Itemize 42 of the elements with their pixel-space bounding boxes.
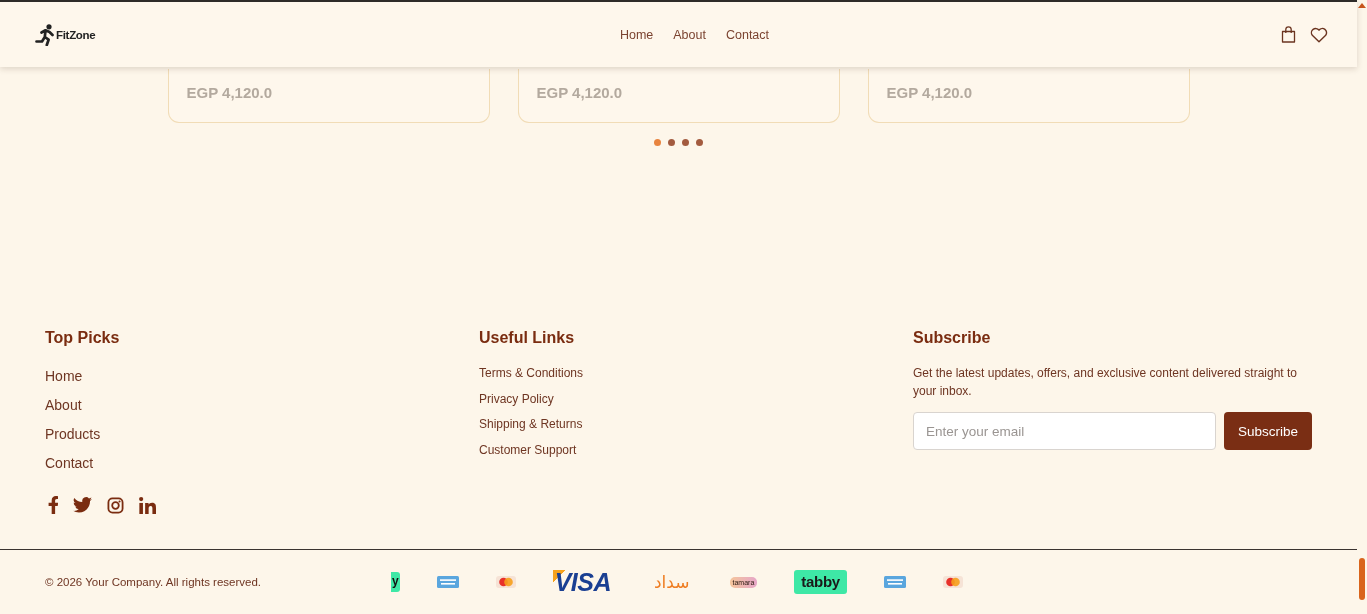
subscribe-description: Get the latest updates, offers, and exclusive content delivered straight to your inbox. <box>913 365 1298 400</box>
column-heading: Useful Links <box>479 328 575 348</box>
carousel-dot[interactable] <box>696 139 703 146</box>
payment-logo: y <box>391 572 400 592</box>
shopping-bag-icon[interactable] <box>1281 26 1296 43</box>
footer-link[interactable]: Shipping & Returns <box>479 415 583 433</box>
copyright-text: © 2026 Your Company. All rights reserved. <box>45 576 263 588</box>
column-heading: Top Picks <box>45 328 120 348</box>
mastercard-icon <box>942 576 963 588</box>
email-input[interactable]: Enter your email <box>913 412 1216 450</box>
product-price: EGP 4,120.0 <box>886 84 973 102</box>
facebook-icon[interactable] <box>48 496 58 514</box>
carousel-dot[interactable] <box>668 139 675 146</box>
product-price: EGP 4,120.0 <box>536 84 623 102</box>
payment-logo: سداد <box>653 573 691 591</box>
runner-icon <box>35 23 55 46</box>
product-price: EGP 4,120.0 <box>186 84 273 102</box>
nav-link[interactable]: Home <box>619 27 654 42</box>
footer-link[interactable]: Products <box>45 424 101 444</box>
nav-link[interactable]: Contact <box>725 27 770 42</box>
mastercard-icon <box>495 576 516 588</box>
footer-link[interactable]: Contact <box>45 453 94 473</box>
brand-name[interactable]: FitZone <box>56 28 96 41</box>
card-logo-icon <box>436 576 459 588</box>
footer-link[interactable]: Home <box>45 366 83 386</box>
twitter-icon[interactable] <box>73 497 92 513</box>
carousel-dot[interactable] <box>682 139 689 146</box>
linkedin-icon[interactable] <box>139 496 156 514</box>
footer-link[interactable]: Customer Support <box>479 440 577 459</box>
footer-link[interactable]: About <box>45 395 82 415</box>
column-heading: Subscribe <box>913 328 991 348</box>
footer-link[interactable]: Privacy Policy <box>479 389 554 408</box>
payment-logo: tabby <box>794 570 847 594</box>
footer-link[interactable]: Terms & Conditions <box>479 364 584 382</box>
carousel-dot[interactable] <box>654 139 661 146</box>
heart-icon[interactable] <box>1310 26 1328 43</box>
nav-link[interactable]: About <box>673 27 706 42</box>
scrollbar-thumb[interactable] <box>1359 558 1365 600</box>
subscribe-button[interactable]: Subscribe <box>1224 412 1312 450</box>
scroll-up-arrow-icon[interactable] <box>1358 3 1366 8</box>
card-logo-icon <box>883 576 906 588</box>
instagram-icon[interactable] <box>107 496 124 514</box>
